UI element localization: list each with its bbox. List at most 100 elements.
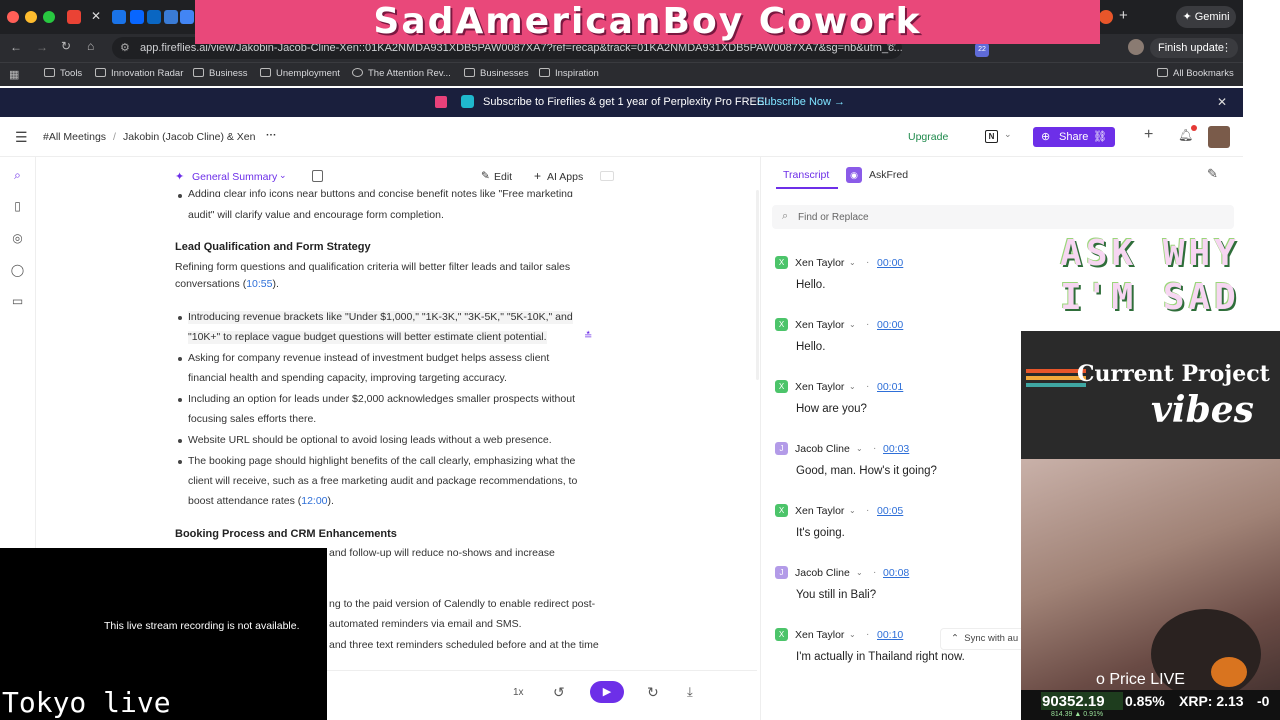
speaker-name[interactable]: Xen Taylor: [795, 257, 844, 269]
bookmark-unemployment[interactable]: Unemployment: [260, 68, 340, 79]
tab-askfred[interactable]: AskFred: [869, 169, 908, 181]
new-tab-icon[interactable]: +: [1119, 7, 1128, 24]
bookmark-tools[interactable]: Tools: [44, 68, 82, 79]
upgrade-link[interactable]: Upgrade: [908, 131, 948, 143]
sync-with-audio-button[interactable]: ⌃ Sync with au: [940, 628, 1030, 650]
ai-apps-button[interactable]: AI Apps: [547, 171, 583, 183]
breadcrumb-meeting-title[interactable]: Jakobin (Jacob Cline) & Xen: [123, 131, 256, 143]
chevron-down-icon[interactable]: ⌄: [279, 170, 287, 181]
transcript-timestamp[interactable]: 00:05: [877, 505, 903, 517]
speaker-name[interactable]: Xen Taylor: [795, 505, 844, 517]
bookmark-innovation-radar[interactable]: Innovation Radar: [95, 68, 183, 79]
bookmark-attention-rev[interactable]: The Attention Rev...: [352, 68, 451, 79]
finish-update-button[interactable]: Finish update ⋮: [1150, 38, 1238, 58]
speaker-name[interactable]: Jacob Cline: [795, 567, 850, 579]
minimize-window-icon[interactable]: [25, 11, 37, 23]
profile-avatar[interactable]: [1128, 39, 1144, 55]
summary-scrollbar[interactable]: [756, 190, 759, 380]
add-note-icon[interactable]: ≛: [584, 331, 592, 342]
tab-icon[interactable]: [112, 10, 126, 24]
all-bookmarks[interactable]: All Bookmarks: [1157, 68, 1234, 79]
edit-transcript-icon[interactable]: ✎: [1207, 166, 1218, 182]
home-icon[interactable]: ⌂: [87, 39, 94, 53]
extension-badge[interactable]: 22: [975, 43, 989, 57]
meta-tab-icon[interactable]: [130, 10, 144, 24]
transcript-timestamp[interactable]: 00:01: [877, 381, 903, 393]
collapse-icon[interactable]: [600, 171, 614, 181]
transcript-timestamp[interactable]: 00:10: [877, 629, 903, 641]
chevron-down-icon[interactable]: ⌄: [849, 320, 856, 329]
user-avatar[interactable]: [1208, 126, 1230, 148]
edit-button[interactable]: Edit: [494, 171, 512, 183]
reload-icon[interactable]: ↻: [61, 39, 71, 53]
tab-icon[interactable]: [164, 10, 178, 24]
book-icon[interactable]: ▯: [10, 200, 25, 213]
rewind-icon[interactable]: ↺: [553, 684, 565, 701]
maximize-window-icon[interactable]: [43, 11, 55, 23]
copy-icon[interactable]: [312, 170, 323, 182]
general-summary-dropdown[interactable]: General Summary: [192, 171, 277, 183]
current-project-overlay: Current Project vibes: [1021, 331, 1280, 459]
bookmark-business[interactable]: Business: [193, 68, 248, 79]
chevron-down-icon[interactable]: ⌄: [849, 258, 856, 267]
speaker-name[interactable]: Xen Taylor: [795, 319, 844, 331]
timestamp-link[interactable]: 12:00: [301, 495, 327, 507]
more-options-icon[interactable]: ···: [266, 129, 277, 141]
dot-separator: ·: [866, 257, 870, 268]
tab-transcript[interactable]: Transcript: [783, 169, 829, 181]
bookmark-icon[interactable]: ▭: [10, 295, 25, 308]
search-icon[interactable]: ⌕: [10, 169, 25, 182]
topics-icon[interactable]: ◎: [10, 232, 25, 245]
share-button[interactable]: ⊕ Share ⛓: [1033, 127, 1115, 147]
tab-icon[interactable]: [1099, 10, 1113, 24]
chevron-up-icon: ⌃: [951, 633, 959, 644]
transcript-timestamp[interactable]: 00:00: [877, 319, 903, 331]
speaker-name[interactable]: Xen Taylor: [795, 381, 844, 393]
menu-icon[interactable]: ☰: [15, 129, 28, 146]
forward-icon[interactable]: ↻: [647, 684, 659, 701]
wordpress-icon: [352, 68, 363, 77]
add-icon[interactable]: +: [1144, 126, 1153, 144]
live-stream-embed: This live stream recording is not availa…: [0, 548, 327, 720]
speed-button[interactable]: 1x: [513, 687, 524, 698]
app-header: ☰ #All Meetings / Jakobin (Jacob Cline) …: [0, 117, 1243, 157]
breadcrumb-all-meetings[interactable]: #All Meetings: [43, 131, 106, 143]
sparkle-icon: ✦: [175, 171, 185, 183]
chevron-down-icon[interactable]: ⌄: [856, 568, 863, 577]
link-icon[interactable]: ⛓: [1093, 127, 1107, 147]
site-info-icon[interactable]: ⚙: [120, 37, 130, 59]
linkedin-tab-icon[interactable]: [147, 10, 161, 24]
chat-icon[interactable]: ◯: [10, 264, 25, 277]
ticker-xrp: XRP: 2.13: [1179, 693, 1244, 709]
find-replace-input[interactable]: ⌕ Find or Replace: [772, 205, 1234, 229]
ticker-value: 90352.19: [1042, 693, 1105, 710]
timestamp-link[interactable]: 10:55: [246, 278, 272, 290]
bookmark-inspiration[interactable]: Inspiration: [539, 68, 599, 79]
play-button[interactable]: ▶: [590, 681, 624, 703]
transcript-timestamp[interactable]: 00:00: [877, 257, 903, 269]
gemini-button[interactable]: ✦ Gemini: [1176, 6, 1236, 28]
forward-icon[interactable]: →: [36, 40, 48, 54]
bookmark-businesses[interactable]: Businesses: [464, 68, 529, 79]
back-icon[interactable]: ←: [10, 40, 22, 54]
speaker-name[interactable]: Xen Taylor: [795, 629, 844, 641]
kebab-icon[interactable]: ⋮: [1221, 38, 1232, 58]
apps-grid-icon[interactable]: ▦: [9, 68, 19, 81]
current-project-label: Current Project: [1077, 361, 1270, 387]
close-window-icon[interactable]: [7, 11, 19, 23]
transcript-timestamp[interactable]: 00:08: [883, 567, 909, 579]
notion-icon[interactable]: N: [985, 130, 998, 143]
transcript-timestamp[interactable]: 00:03: [883, 443, 909, 455]
chevron-down-icon[interactable]: ⌄: [849, 506, 856, 515]
chevron-down-icon[interactable]: ⌄: [849, 630, 856, 639]
chevron-down-icon[interactable]: ⌄: [856, 444, 863, 453]
close-tab-icon[interactable]: ✕: [91, 9, 101, 23]
subscribe-now-link[interactable]: Subscribe Now →: [757, 96, 845, 108]
chevron-down-icon[interactable]: ⌄: [849, 382, 856, 391]
docs-tab-icon[interactable]: [180, 10, 194, 24]
download-icon[interactable]: ⤓: [687, 684, 693, 700]
close-banner-icon[interactable]: ✕: [1217, 95, 1227, 109]
gmail-tab-icon[interactable]: [67, 10, 81, 24]
chevron-down-icon[interactable]: ⌄: [1004, 129, 1012, 140]
speaker-name[interactable]: Jacob Cline: [795, 443, 850, 455]
